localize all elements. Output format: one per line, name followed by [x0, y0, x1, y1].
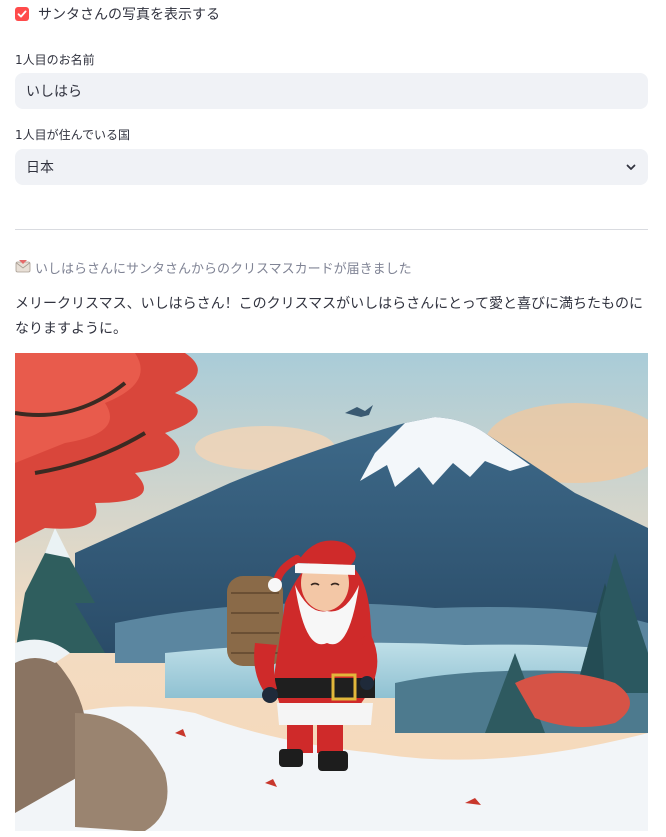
country-select-value: 日本	[26, 160, 54, 176]
show-santa-photo-checkbox[interactable]: サンタさんの写真を表示する	[15, 4, 220, 24]
divider	[15, 229, 648, 230]
name-field-label: 1人目のお名前	[15, 53, 95, 67]
checkbox-checked-icon[interactable]	[15, 7, 29, 21]
checkbox-label: サンタさんの写真を表示する	[38, 7, 220, 23]
santa-claus-image	[15, 353, 648, 831]
notice-text: いしはらさんにサンタさんからのクリスマスカードが届きました	[35, 262, 412, 277]
country-field-label: 1人目が住んでいる国	[15, 128, 131, 142]
name-input[interactable]	[15, 73, 648, 109]
notice: いしはらさんにサンタさんからのクリスマスカードが届きました	[15, 258, 412, 277]
country-select[interactable]: 日本	[15, 149, 648, 185]
chevron-down-icon	[625, 158, 637, 177]
envelope-icon	[15, 258, 31, 277]
christmas-message: メリークリスマス、いしはらさん！このクリスマスがいしはらさんにとって愛と喜びに満…	[15, 296, 644, 337]
app-page: サンタさんの写真を表示する 1人目のお名前 1人目が住んでいる国 日本 いしはら…	[0, 0, 666, 837]
